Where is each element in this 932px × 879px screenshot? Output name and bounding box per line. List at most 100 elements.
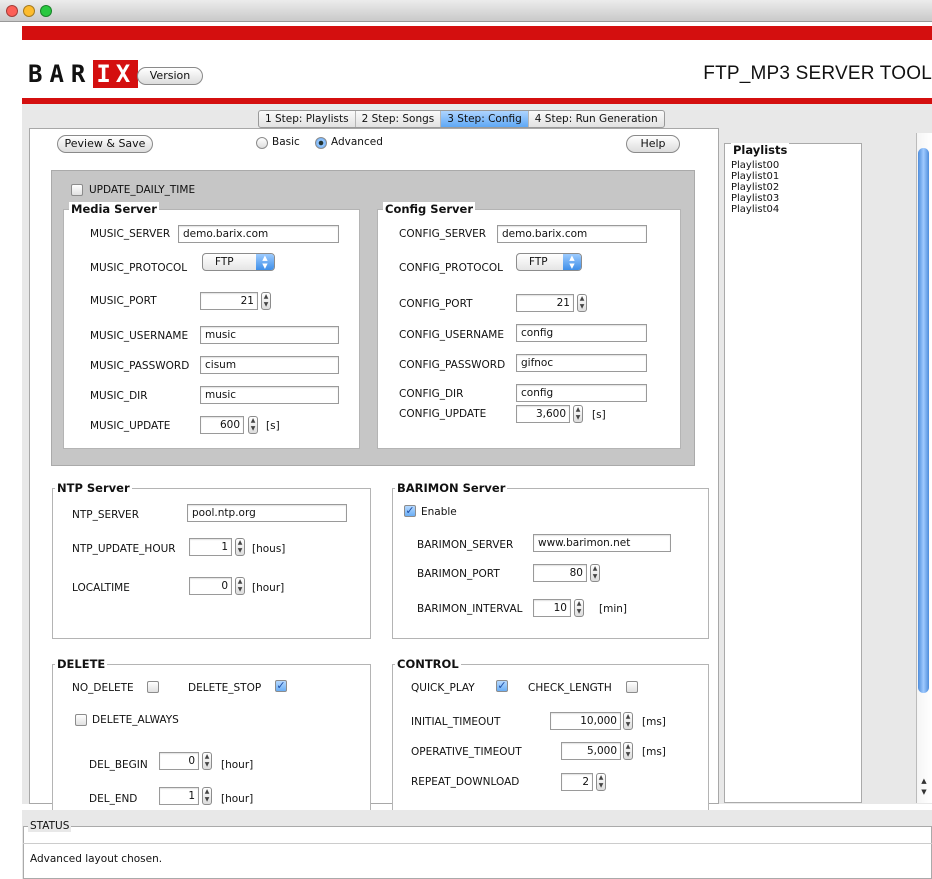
no-delete-checkbox[interactable] xyxy=(147,681,159,693)
music-update-input[interactable]: 600 xyxy=(200,416,244,434)
preview-save-button[interactable]: Peview & Save xyxy=(57,135,153,153)
config-password-input[interactable]: gifnoc xyxy=(516,354,647,372)
tab-playlists[interactable]: 1 Step: Playlists xyxy=(259,111,356,127)
update-daily-time-checkbox[interactable] xyxy=(71,184,83,196)
playlists-list[interactable] xyxy=(724,143,862,803)
config-port-label: CONFIG_PORT xyxy=(399,298,473,310)
music-port-stepper[interactable]: ▲ ▼ xyxy=(261,292,271,310)
config-update-unit: [s] xyxy=(592,409,606,421)
ntp-server-input[interactable]: pool.ntp.org xyxy=(187,504,347,522)
config-protocol-label: CONFIG_PROTOCOL xyxy=(399,262,503,274)
barimon-port-stepper[interactable]: ▲ ▼ xyxy=(590,564,600,582)
barimon-port-input[interactable]: 80 xyxy=(533,564,587,582)
scrollbar-thumb[interactable] xyxy=(918,148,929,693)
tab-config[interactable]: 3 Step: Config xyxy=(441,111,529,127)
initial-timeout-stepper[interactable]: ▲ ▼ xyxy=(623,712,633,730)
playlist-item[interactable]: Playlist01 xyxy=(731,171,779,182)
music-username-input[interactable]: music xyxy=(200,326,339,344)
ntp-server-title: NTP Server xyxy=(55,481,132,495)
radio-advanced-label: Advanced xyxy=(331,136,383,148)
tab-run-generation[interactable]: 4 Step: Run Generation xyxy=(529,111,664,127)
delete-always-label: DELETE_ALWAYS xyxy=(92,714,179,726)
music-update-label: MUSIC_UPDATE xyxy=(90,420,171,432)
repeat-download-input[interactable]: 2 xyxy=(561,773,593,791)
music-server-input[interactable]: demo.barix.com xyxy=(178,225,339,243)
music-port-input[interactable]: 21 xyxy=(200,292,258,310)
quick-play-checkbox[interactable]: ✓ xyxy=(496,680,508,692)
music-dir-input[interactable]: music xyxy=(200,386,339,404)
scroll-down-arrow-icon[interactable]: ▼ xyxy=(918,787,930,797)
repeat-download-stepper[interactable]: ▲ ▼ xyxy=(596,773,606,791)
scroll-up-arrow-icon[interactable]: ▲ xyxy=(918,776,930,786)
music-update-unit: [s] xyxy=(266,420,280,432)
config-dir-input[interactable]: config xyxy=(516,384,647,402)
del-end-input[interactable]: 1 xyxy=(159,787,199,805)
music-update-stepper[interactable]: ▲ ▼ xyxy=(248,416,258,434)
config-port-input[interactable]: 21 xyxy=(516,294,574,312)
del-begin-input[interactable]: 0 xyxy=(159,752,199,770)
updown-arrows-icon: ▲ ▼ xyxy=(256,254,274,270)
music-password-input[interactable]: cisum xyxy=(200,356,339,374)
logo-highlight: IX xyxy=(93,60,139,88)
del-end-label: DEL_END xyxy=(89,793,138,805)
localtime-stepper[interactable]: ▲ ▼ xyxy=(235,577,245,595)
music-protocol-select[interactable]: FTP ▲ ▼ xyxy=(202,253,275,271)
del-end-unit: [hour] xyxy=(221,793,254,805)
radio-advanced[interactable] xyxy=(315,137,327,149)
status-message: Advanced layout chosen. xyxy=(30,853,163,865)
music-username-label: MUSIC_USERNAME xyxy=(90,330,189,342)
config-update-stepper[interactable]: ▲ ▼ xyxy=(573,405,583,423)
window-titlebar xyxy=(0,0,932,22)
playlist-item[interactable]: Playlist04 xyxy=(731,204,779,215)
ntp-update-hour-stepper[interactable]: ▲ ▼ xyxy=(235,538,245,556)
barimon-enable-checkbox[interactable]: ✓ xyxy=(404,505,416,517)
version-button[interactable]: Version xyxy=(137,67,203,85)
ntp-update-hour-input[interactable]: 1 xyxy=(189,538,232,556)
delete-always-checkbox[interactable] xyxy=(75,714,87,726)
config-update-label: CONFIG_UPDATE xyxy=(399,408,487,420)
del-begin-stepper[interactable]: ▲ ▼ xyxy=(202,752,212,770)
update-daily-time-label: UPDATE_DAILY_TIME xyxy=(89,184,196,196)
config-protocol-select[interactable]: FTP ▲ ▼ xyxy=(516,253,582,271)
radio-basic[interactable] xyxy=(256,137,268,149)
ntp-update-hour-label: NTP_UPDATE_HOUR xyxy=(72,543,176,555)
music-protocol-label: MUSIC_PROTOCOL xyxy=(90,262,188,274)
barimon-interval-input[interactable]: 10 xyxy=(533,599,571,617)
config-port-stepper[interactable]: ▲ ▼ xyxy=(577,294,587,312)
music-server-label: MUSIC_SERVER xyxy=(90,228,171,240)
tab-songs[interactable]: 2 Step: Songs xyxy=(356,111,442,127)
check-length-checkbox[interactable] xyxy=(626,681,638,693)
config-username-input[interactable]: config xyxy=(516,324,647,342)
config-username-label: CONFIG_USERNAME xyxy=(399,329,504,341)
barimon-interval-label: BARIMON_INTERVAL xyxy=(417,603,523,615)
localtime-unit: [hour] xyxy=(252,582,285,594)
music-password-label: MUSIC_PASSWORD xyxy=(90,360,190,372)
barimon-interval-stepper[interactable]: ▲ ▼ xyxy=(574,599,584,617)
music-protocol-value: FTP xyxy=(215,256,234,268)
operative-timeout-input[interactable]: 5,000 xyxy=(561,742,621,760)
repeat-download-label: REPEAT_DOWNLOAD xyxy=(411,776,520,788)
operative-timeout-stepper[interactable]: ▲ ▼ xyxy=(623,742,633,760)
step-tabs: 1 Step: Playlists 2 Step: Songs 3 Step: … xyxy=(258,110,665,128)
barimon-server-input[interactable]: www.barimon.net xyxy=(533,534,671,552)
close-window-icon[interactable] xyxy=(6,5,18,17)
config-server-input[interactable]: demo.barix.com xyxy=(497,225,647,243)
playlist-item[interactable]: Playlist03 xyxy=(731,193,779,204)
app-title: FTP_MP3 SERVER TOOL xyxy=(703,63,932,84)
barix-logo: BAR IX xyxy=(28,60,139,88)
config-dir-label: CONFIG_DIR xyxy=(399,388,464,400)
barimon-port-label: BARIMON_PORT xyxy=(417,568,500,580)
initial-timeout-input[interactable]: 10,000 xyxy=(550,712,621,730)
localtime-input[interactable]: 0 xyxy=(189,577,232,595)
zoom-window-icon[interactable] xyxy=(40,5,52,17)
quick-play-label: QUICK_PLAY xyxy=(411,682,475,694)
config-update-input[interactable]: 3,600 xyxy=(516,405,570,423)
help-button[interactable]: Help xyxy=(626,135,680,153)
playlist-item[interactable]: Playlist00 xyxy=(731,160,779,171)
radio-basic-label: Basic xyxy=(272,136,300,148)
updown-arrows-icon: ▲ ▼ xyxy=(563,254,581,270)
playlist-item[interactable]: Playlist02 xyxy=(731,182,779,193)
del-end-stepper[interactable]: ▲ ▼ xyxy=(202,787,212,805)
minimize-window-icon[interactable] xyxy=(23,5,35,17)
delete-stop-checkbox[interactable]: ✓ xyxy=(275,680,287,692)
